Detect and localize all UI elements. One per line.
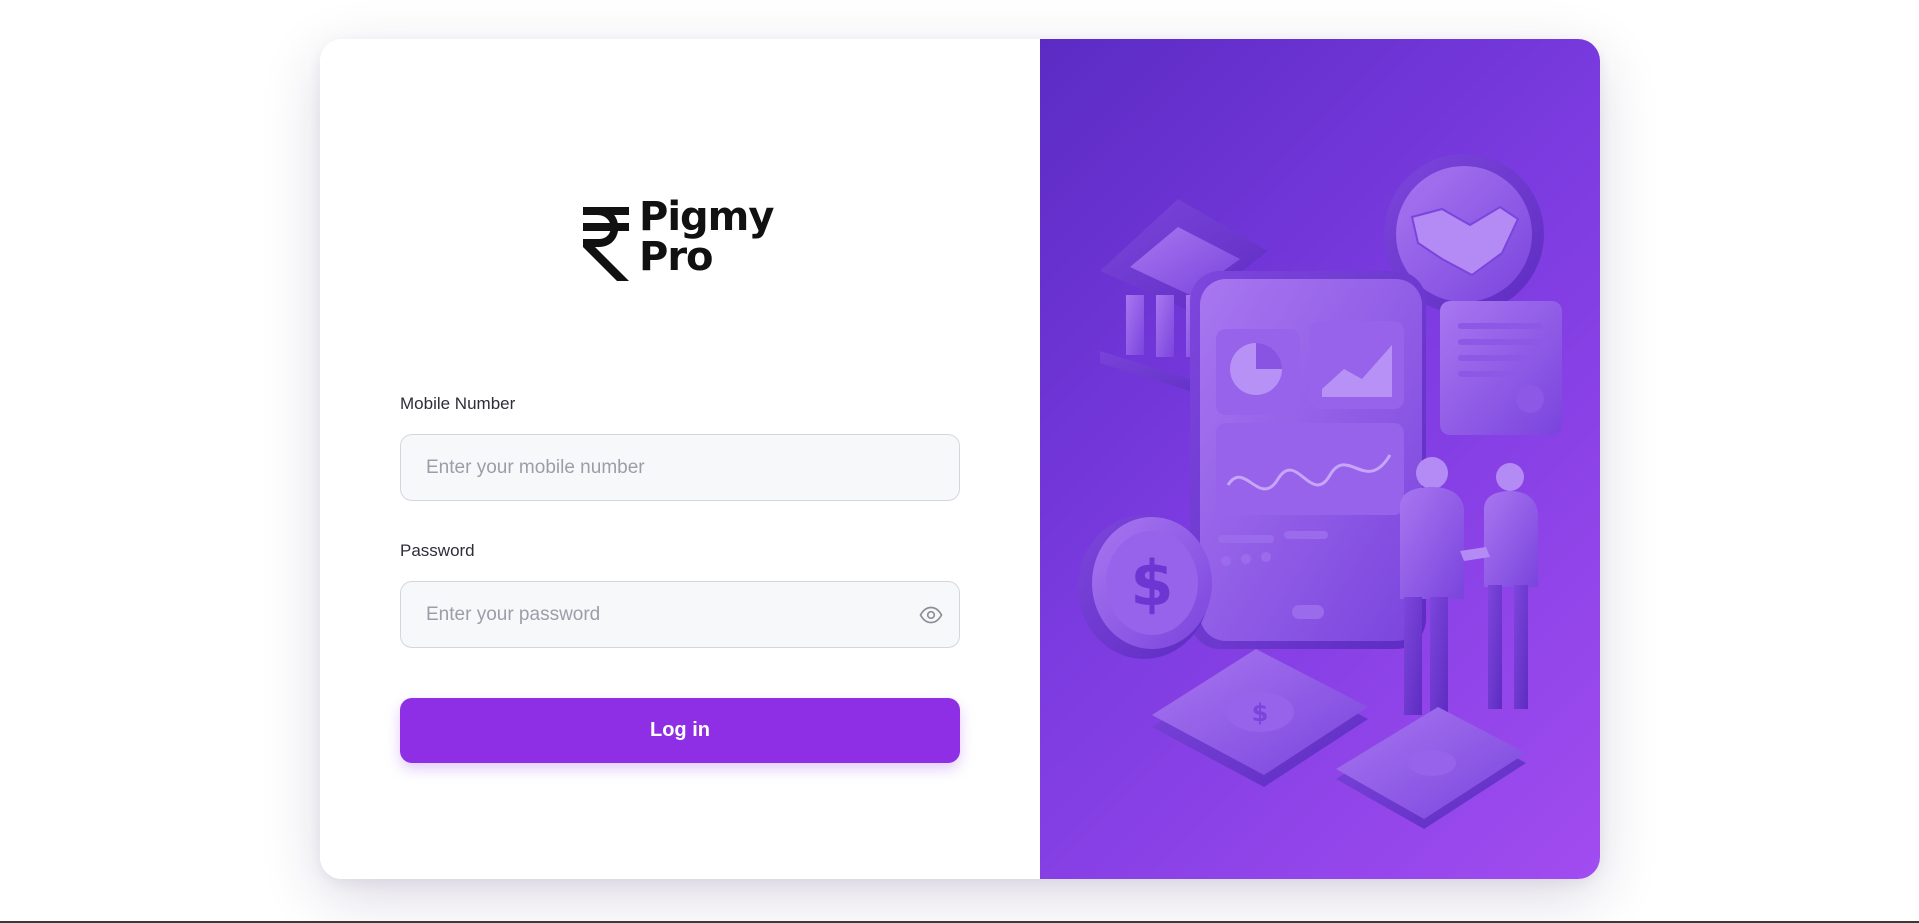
login-form-panel: Pigmy Pro Mobile Number Password Log in (320, 39, 1040, 879)
dollar-coin-icon: $ (1078, 515, 1212, 659)
mobile-number-label: Mobile Number (400, 394, 516, 413)
mobile-number-input[interactable] (401, 435, 896, 500)
tablet-dashboard-icon (1190, 271, 1426, 649)
brand-name-line2: Pro (639, 234, 714, 280)
svg-text:$: $ (1252, 699, 1269, 727)
finance-illustration: $ $ (1078, 154, 1562, 829)
login-button[interactable]: Log in (400, 698, 960, 763)
brand-name-line1: Pigmy (639, 194, 774, 240)
mobile-number-field-wrapper (400, 434, 960, 501)
password-label: Password (400, 541, 475, 560)
password-field-wrapper (400, 581, 960, 648)
show-password-toggle[interactable] (917, 601, 945, 629)
cash-stack-icon: $ (1152, 649, 1526, 829)
login-page: Pigmy Pro Mobile Number Password Log in (0, 0, 1919, 923)
eye-icon (919, 606, 943, 623)
illustration-panel: $ $ (1040, 39, 1600, 879)
login-card: Pigmy Pro Mobile Number Password Log in (320, 39, 1600, 879)
certificate-icon (1440, 301, 1562, 435)
svg-text:$: $ (1130, 547, 1173, 620)
business-people-icon (1400, 457, 1538, 715)
brand-name: Pigmy Pro (639, 194, 774, 280)
brand-logo: Pigmy Pro (581, 194, 774, 285)
rupee-logo-icon (583, 207, 629, 281)
password-input[interactable] (401, 582, 896, 647)
